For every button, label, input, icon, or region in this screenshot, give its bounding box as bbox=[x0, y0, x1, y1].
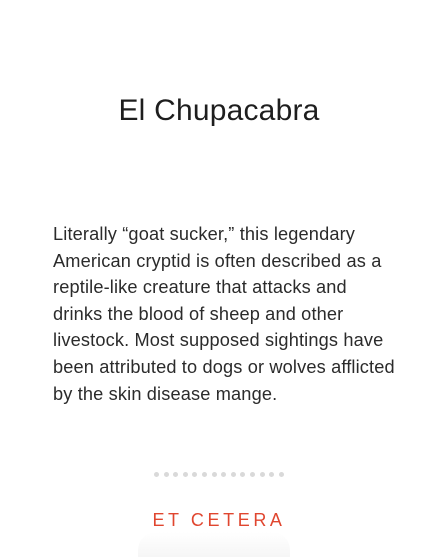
pagination-dot[interactable] bbox=[154, 472, 159, 477]
pagination-dot[interactable] bbox=[250, 472, 256, 477]
pagination-dot[interactable] bbox=[163, 472, 169, 477]
pagination-dots[interactable] bbox=[154, 472, 284, 478]
brand-label: ET CETERA bbox=[152, 510, 286, 530]
pagination-dot[interactable] bbox=[211, 472, 217, 477]
pagination-dot[interactable] bbox=[173, 472, 179, 477]
bottom-decoration bbox=[138, 532, 290, 557]
pagination-dot[interactable] bbox=[240, 472, 246, 477]
pagination-dot[interactable] bbox=[259, 472, 265, 477]
card-description: Literally “goat sucker,” this legendary … bbox=[53, 224, 395, 404]
card-title: El Chupacabra bbox=[118, 94, 320, 127]
pagination-dot[interactable] bbox=[192, 472, 198, 477]
pagination-dot[interactable] bbox=[269, 472, 275, 477]
pagination-dot[interactable] bbox=[202, 472, 208, 477]
card: El Chupacabra Literally “goat sucker,” t… bbox=[0, 0, 438, 557]
pagination-dot[interactable] bbox=[278, 472, 284, 477]
pagination-dot[interactable] bbox=[230, 472, 236, 477]
pagination-dot[interactable] bbox=[182, 472, 188, 477]
pagination-dot[interactable] bbox=[221, 472, 227, 477]
